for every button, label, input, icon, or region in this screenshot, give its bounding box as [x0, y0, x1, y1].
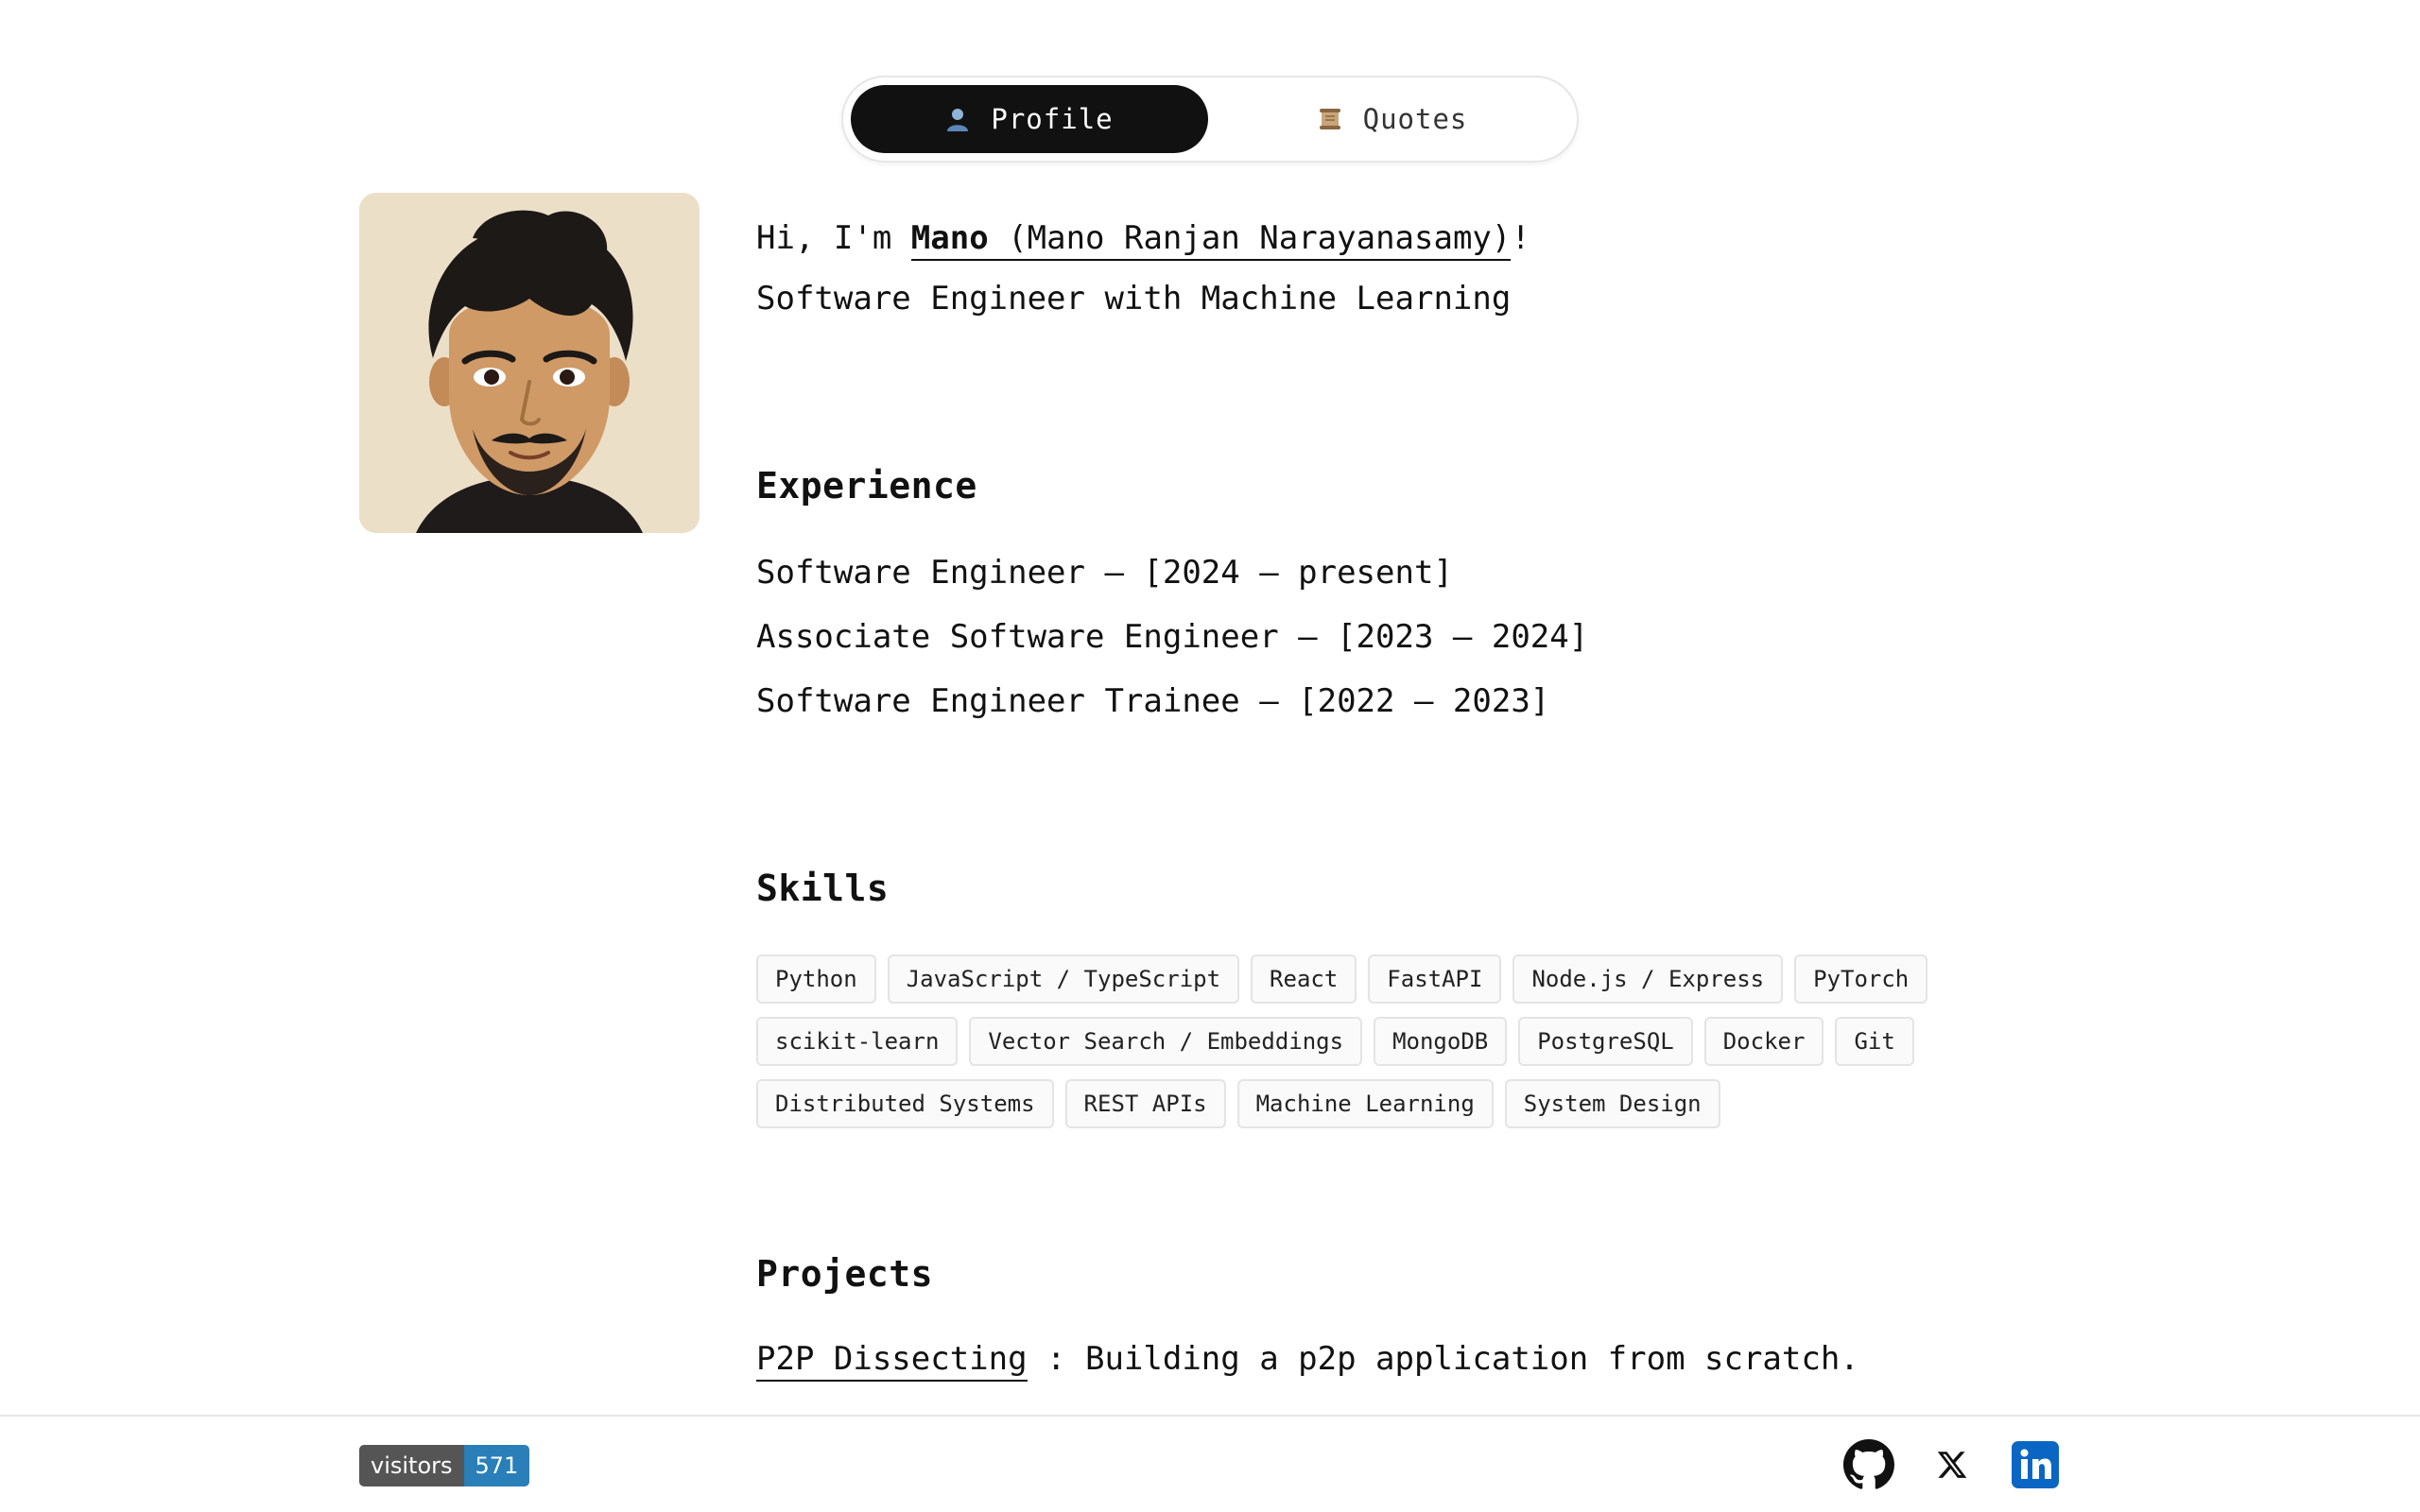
person-icon — [945, 107, 970, 131]
skill-chip: PyTorch — [1794, 954, 1928, 1004]
tab-profile-label: Profile — [991, 103, 1114, 135]
github-icon[interactable] — [1843, 1439, 1894, 1490]
experience-item: Software Engineer – [2024 – present] — [756, 554, 1453, 592]
tab-quotes-label: Quotes — [1362, 103, 1468, 135]
project-item: P2P Dissecting : Building a p2p applicat… — [756, 1340, 1859, 1382]
visitors-badge: visitors 571 — [359, 1445, 530, 1486]
skills-list: Python JavaScript / TypeScript React Fas… — [756, 954, 1947, 1142]
skill-chip: Node.js / Express — [1512, 954, 1784, 1004]
skill-chip: Git — [1835, 1017, 1914, 1066]
name-link[interactable]: Mano (Mano Ranjan Narayanasamy) — [910, 219, 1512, 261]
visitors-label: visitors — [359, 1445, 464, 1486]
skill-chip: PostgreSQL — [1518, 1017, 1693, 1066]
avatar — [359, 193, 700, 533]
skill-chip: System Design — [1504, 1079, 1720, 1128]
intro-greeting: Hi, I'm Mano (Mano Ranjan Narayanasamy)! — [756, 219, 1530, 261]
skills-row: scikit-learn Vector Search / Embeddings … — [756, 1017, 1947, 1066]
tagline: Software Engineer with Machine Learning — [756, 280, 1512, 318]
tab-quotes[interactable]: Quotes — [1214, 85, 1571, 153]
footer: visitors 571 — [0, 1415, 2420, 1512]
skill-chip: Vector Search / Embeddings — [969, 1017, 1363, 1066]
skill-chip: FastAPI — [1368, 954, 1502, 1004]
full-name: (Mano Ranjan Narayanasamy) — [1008, 219, 1512, 257]
skills-title: Skills — [756, 868, 890, 909]
short-name: Mano — [910, 219, 989, 257]
skills-row: Distributed Systems REST APIs Machine Le… — [756, 1079, 1947, 1128]
visitors-count: 571 — [463, 1445, 530, 1486]
linkedin-icon[interactable] — [2010, 1439, 2061, 1490]
experience-item: Software Engineer Trainee – [2022 – 2023… — [756, 682, 1550, 720]
x-icon[interactable] — [1927, 1439, 1978, 1490]
skill-chip: JavaScript / TypeScript — [887, 954, 1240, 1004]
project-desc: : Building a p2p application from scratc… — [1027, 1340, 1859, 1378]
project-link[interactable]: P2P Dissecting — [756, 1340, 1028, 1382]
skill-chip: Machine Learning — [1236, 1079, 1494, 1128]
skill-chip: Distributed Systems — [756, 1079, 1054, 1128]
greeting-text: Hi, I'm — [756, 219, 892, 257]
skill-chip: Docker — [1703, 1017, 1824, 1066]
skill-chip: REST APIs — [1064, 1079, 1226, 1128]
scroll-icon — [1318, 107, 1342, 131]
experience-item: Associate Software Engineer – [2023 – 20… — [756, 618, 1589, 656]
skill-chip: React — [1251, 954, 1357, 1004]
tab-switcher: Profile Quotes — [841, 76, 1579, 163]
experience-title: Experience — [756, 465, 977, 507]
skill-chip: Python — [756, 954, 876, 1004]
skills-row: Python JavaScript / TypeScript React Fas… — [756, 954, 1947, 1004]
projects-title: Projects — [756, 1253, 934, 1295]
exclaim: ! — [1511, 219, 1530, 257]
skill-chip: scikit-learn — [756, 1017, 959, 1066]
skill-chip: MongoDB — [1374, 1017, 1508, 1066]
tab-profile[interactable]: Profile — [851, 85, 1208, 153]
